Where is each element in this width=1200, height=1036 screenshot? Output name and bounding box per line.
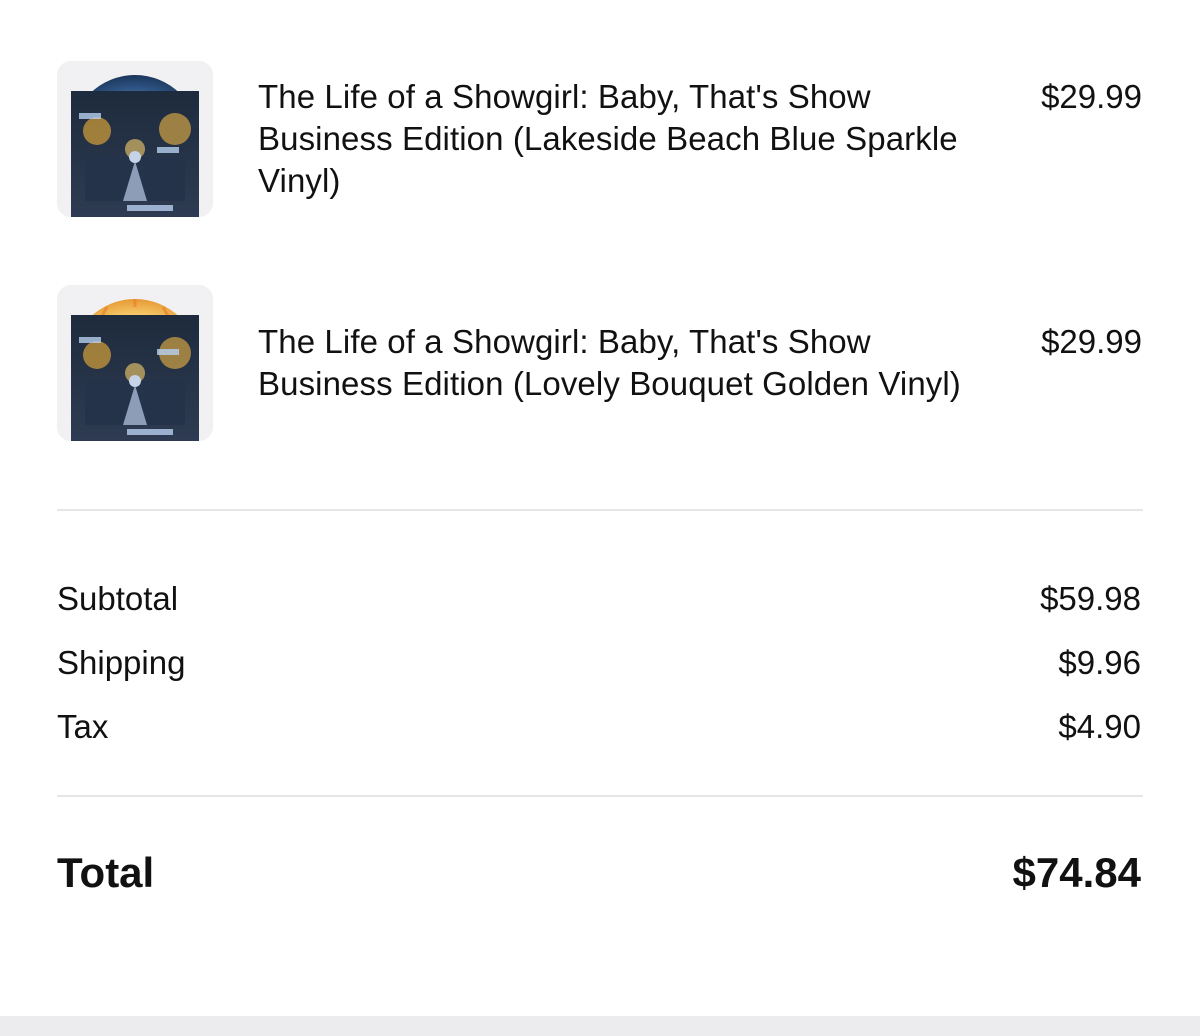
shipping-value: $9.96 [1058, 644, 1141, 681]
divider [57, 509, 1143, 511]
tax-value: $4.90 [1058, 708, 1141, 745]
divider [57, 795, 1143, 797]
album-cover-golden-vinyl-icon[interactable] [57, 285, 213, 441]
subtotal-label: Subtotal [57, 580, 179, 617]
item-price: $29.99 [1041, 323, 1142, 360]
item-title: The Life of a Showgirl: Baby, That's Sho… [258, 321, 1018, 405]
item-title-line: Business Edition (Lovely Bouquet Golden … [258, 365, 961, 402]
item-title-line: Vinyl) [258, 162, 341, 199]
subtotal-value: $59.98 [1040, 580, 1141, 617]
item-title-line: The Life of a Showgirl: Baby, That's Sho… [258, 323, 871, 360]
item-title-line: The Life of a Showgirl: Baby, That's Sho… [258, 78, 871, 115]
item-price: $29.99 [1041, 78, 1142, 115]
tax-label: Tax [57, 708, 109, 745]
bottom-bar [0, 1016, 1200, 1036]
shipping-label: Shipping [57, 644, 186, 681]
album-cover-blue-vinyl-icon[interactable] [57, 61, 213, 217]
item-title: The Life of a Showgirl: Baby, That's Sho… [258, 76, 1018, 202]
total-value: $74.84 [1012, 849, 1141, 896]
item-title-line: Business Edition (Lakeside Beach Blue Sp… [258, 120, 958, 157]
total-label: Total [57, 849, 155, 896]
